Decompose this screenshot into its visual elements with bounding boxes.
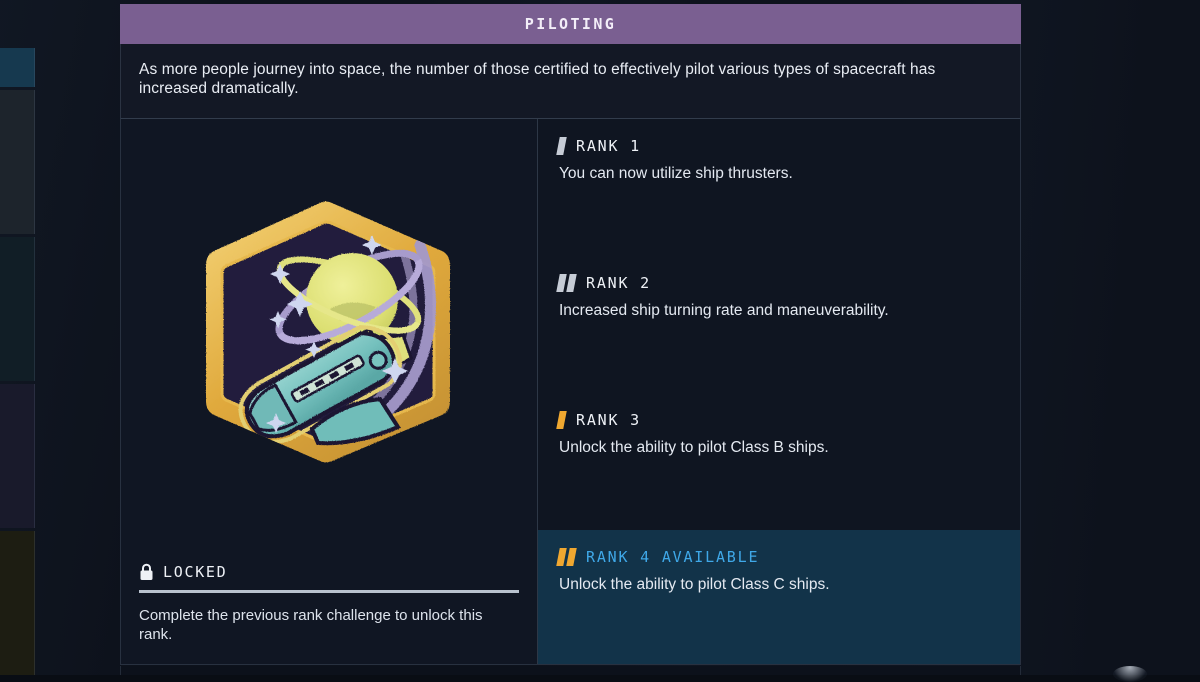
left-rail-panel-4[interactable] bbox=[0, 384, 35, 528]
bottom-right-indicator bbox=[1113, 666, 1147, 682]
skill-description-text: As more people journey into space, the n… bbox=[139, 61, 936, 97]
rank-pips bbox=[556, 411, 567, 429]
locked-panel: LOCKED Complete the previous rank challe… bbox=[121, 563, 537, 664]
page-title: PILOTING bbox=[524, 15, 617, 33]
left-rail-panel-5[interactable] bbox=[0, 531, 35, 675]
rank-list: RANK 1 You can now utilize ship thruster… bbox=[538, 119, 1020, 664]
rank-title: RANK 2 bbox=[586, 274, 651, 292]
left-rail-panel-1[interactable] bbox=[0, 48, 35, 87]
rank-description: Unlock the ability to pilot Class C ship… bbox=[559, 576, 830, 593]
locked-header: LOCKED bbox=[139, 563, 519, 581]
rank-description: Increased ship turning rate and maneuver… bbox=[559, 302, 889, 319]
skill-description-section: As more people journey into space, the n… bbox=[120, 44, 1021, 118]
left-rail-panel-3[interactable] bbox=[0, 237, 35, 381]
rank-row-3[interactable]: RANK 3 Unlock the ability to pilot Class… bbox=[538, 393, 1020, 530]
locked-label: LOCKED bbox=[163, 563, 228, 581]
skill-detail-card: PILOTING As more people journey into spa… bbox=[120, 4, 1021, 666]
rank-description: Unlock the ability to pilot Class B ship… bbox=[559, 439, 829, 456]
card-bottom-edge bbox=[120, 666, 1021, 675]
rank-header: RANK 4 AVAILABLE bbox=[556, 548, 1000, 566]
lock-icon bbox=[140, 563, 153, 580]
rank-pips bbox=[556, 274, 577, 292]
rank-description: You can now utilize ship thrusters. bbox=[559, 165, 793, 182]
rank-header: RANK 3 bbox=[556, 411, 1000, 429]
locked-description: Complete the previous rank challenge to … bbox=[139, 607, 483, 643]
rank-pips bbox=[556, 137, 567, 155]
badge-column: LOCKED Complete the previous rank challe… bbox=[121, 119, 538, 664]
rank-row-4-available[interactable]: RANK 4 AVAILABLE Unlock the ability to p… bbox=[538, 530, 1020, 664]
left-panel-rail bbox=[0, 0, 35, 675]
rank-title: RANK 3 bbox=[576, 411, 641, 429]
rank-title: RANK 1 bbox=[576, 137, 641, 155]
card-body: LOCKED Complete the previous rank challe… bbox=[120, 118, 1021, 665]
rank-row-1[interactable]: RANK 1 You can now utilize ship thruster… bbox=[538, 119, 1020, 256]
rank-row-2[interactable]: RANK 2 Increased ship turning rate and m… bbox=[538, 256, 1020, 393]
rank-pips bbox=[556, 548, 577, 566]
locked-divider bbox=[139, 590, 519, 593]
rank-header: RANK 2 bbox=[556, 274, 1000, 292]
rank-header: RANK 1 bbox=[556, 137, 1000, 155]
badge-stage bbox=[121, 119, 537, 563]
left-rail-panel-2[interactable] bbox=[0, 90, 35, 234]
rank-title: RANK 4 AVAILABLE bbox=[586, 548, 760, 566]
piloting-skill-patch-icon bbox=[206, 201, 450, 463]
title-bar: PILOTING bbox=[120, 4, 1021, 44]
